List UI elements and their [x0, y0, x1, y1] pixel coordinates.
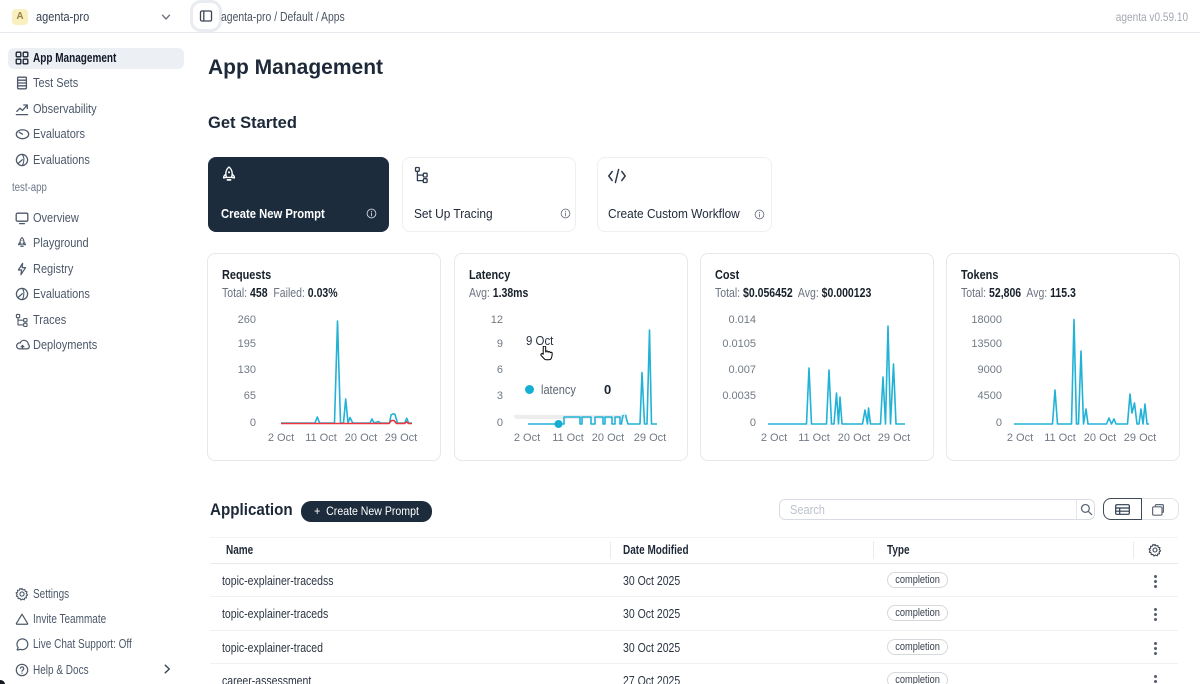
svg-text:195: 195: [238, 338, 256, 350]
svg-text:11 Oct: 11 Oct: [1044, 432, 1076, 444]
svg-text:20 Oct: 20 Oct: [1084, 432, 1116, 444]
svg-text:0.007: 0.007: [728, 364, 756, 376]
svg-text:0: 0: [996, 417, 1002, 429]
svg-text:29 Oct: 29 Oct: [634, 432, 666, 444]
svg-text:9000: 9000: [978, 364, 1002, 376]
svg-text:2 Oct: 2 Oct: [1007, 432, 1033, 444]
svg-text:11 Oct: 11 Oct: [798, 432, 830, 444]
svg-text:0: 0: [250, 417, 256, 429]
svg-text:2 Oct: 2 Oct: [268, 432, 294, 444]
svg-text:11 Oct: 11 Oct: [552, 432, 584, 444]
svg-text:11 Oct: 11 Oct: [305, 432, 337, 444]
svg-text:65: 65: [244, 390, 256, 402]
svg-text:9: 9: [497, 338, 503, 350]
svg-text:20 Oct: 20 Oct: [838, 432, 870, 444]
svg-text:0: 0: [750, 417, 756, 429]
svg-text:130: 130: [238, 364, 256, 376]
svg-text:29 Oct: 29 Oct: [1124, 432, 1156, 444]
svg-text:6: 6: [497, 364, 503, 376]
svg-text:260: 260: [238, 314, 256, 326]
svg-text:4500: 4500: [978, 390, 1002, 402]
svg-text:20 Oct: 20 Oct: [592, 432, 624, 444]
svg-text:2 Oct: 2 Oct: [514, 432, 540, 444]
svg-text:29 Oct: 29 Oct: [878, 432, 910, 444]
svg-text:20 Oct: 20 Oct: [345, 432, 377, 444]
svg-text:29 Oct: 29 Oct: [385, 432, 417, 444]
svg-text:2 Oct: 2 Oct: [761, 432, 787, 444]
svg-text:18000: 18000: [971, 314, 1002, 326]
svg-text:13500: 13500: [971, 338, 1002, 350]
svg-text:0: 0: [497, 417, 503, 429]
svg-text:0.014: 0.014: [728, 314, 756, 326]
svg-text:0.0105: 0.0105: [722, 338, 756, 350]
svg-text:3: 3: [497, 390, 503, 402]
svg-text:0.0035: 0.0035: [722, 390, 756, 402]
svg-text:12: 12: [491, 314, 503, 326]
